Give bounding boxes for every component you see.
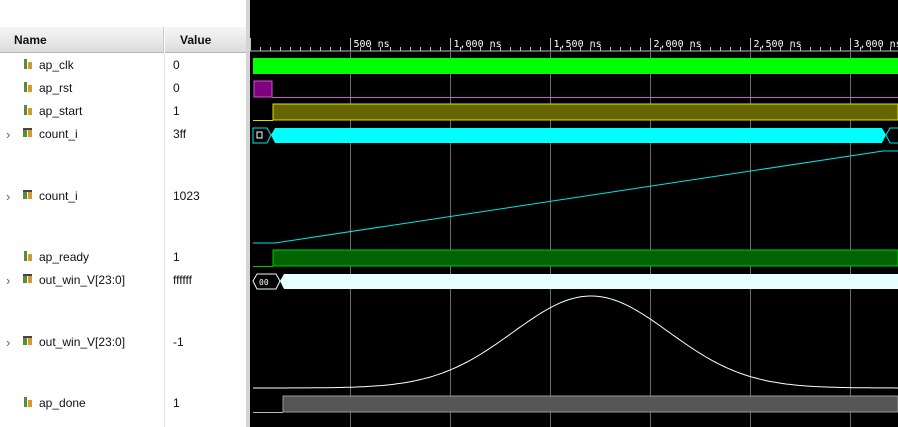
signal-name: out_win_V[23:0]: [39, 273, 126, 287]
ruler-tick-label: 500 ns: [354, 39, 390, 50]
count-bus-segment: [271, 128, 886, 143]
chevron-right-icon[interactable]: ›: [6, 189, 10, 204]
chevron-right-icon[interactable]: ›: [6, 335, 10, 350]
signal-bit-icon: [24, 82, 32, 92]
signal-value: 1023: [173, 189, 200, 203]
signal-list-panel: Name Value ap_clk 0 ap_rst 0 ap_start 1 › count…: [0, 0, 246, 427]
ruler-tick-label: 2,000 ns: [654, 39, 702, 50]
signal-name: ap_ready: [39, 250, 90, 264]
count-bus-label-0: [256, 131, 263, 139]
signal-row-2[interactable]: ap_start 1: [0, 104, 246, 120]
ap-done-high: [282, 395, 898, 413]
name-column-header[interactable]: Name: [0, 27, 164, 53]
signal-row-3[interactable]: › count_i 3ff: [0, 127, 246, 143]
waveform-area[interactable]: 500 ns 1,000 ns 1,500 ns 2,000 ns 2,500 ns 3,…: [250, 0, 898, 427]
out-win-bus-label: 00: [259, 278, 269, 287]
signal-value: 1: [173, 250, 180, 264]
signal-name: ap_done: [39, 396, 86, 410]
count-bus-segment: [885, 127, 898, 144]
signal-row-6[interactable]: › out_win_V[23:0] ffffff: [0, 273, 246, 289]
signal-row-4[interactable]: › count_i 1023: [0, 189, 246, 205]
signal-value: ffffff: [173, 273, 192, 287]
signal-value: -1: [173, 335, 184, 349]
signal-row-8[interactable]: ap_done 1: [0, 396, 246, 412]
chevron-right-icon[interactable]: ›: [6, 273, 10, 288]
ruler-tick-label: 1,000 ns: [454, 39, 502, 50]
signal-value: 0: [173, 81, 180, 95]
ruler-tick-label: 3,000 ns: [854, 39, 898, 50]
signal-name: count_i: [39, 189, 78, 203]
ruler-tick-label: 1,500 ns: [554, 39, 602, 50]
signal-bit-icon: [24, 251, 32, 261]
signal-bit-icon: [24, 59, 32, 69]
signal-bus-icon: [23, 128, 32, 137]
signal-row-7[interactable]: › out_win_V[23:0] -1: [0, 335, 246, 351]
signal-name: ap_start: [39, 104, 83, 118]
signal-value: 1: [173, 104, 180, 118]
ap-rst-high: [253, 80, 273, 98]
chevron-right-icon[interactable]: ›: [6, 127, 10, 142]
signal-bus-icon: [23, 336, 32, 345]
signal-value: 3ff: [173, 127, 187, 141]
value-column-header[interactable]: Value: [165, 27, 246, 53]
signal-bus-icon: [23, 190, 32, 199]
signal-name: ap_rst: [39, 81, 73, 95]
signal-name: out_win_V[23:0]: [39, 335, 126, 349]
signal-name: count_i: [39, 127, 78, 141]
signal-value: 1: [173, 396, 180, 410]
ap-clk-wave: [253, 58, 898, 74]
ap-ready-high: [272, 249, 898, 267]
signal-name: ap_clk: [39, 58, 74, 72]
signal-row-0[interactable]: ap_clk 0: [0, 58, 246, 74]
ruler-tick-label: 2,500 ns: [754, 39, 802, 50]
signal-bit-icon: [24, 397, 32, 407]
signal-row-5[interactable]: ap_ready 1: [0, 250, 246, 266]
signal-value: 0: [173, 58, 180, 72]
signal-row-1[interactable]: ap_rst 0: [0, 81, 246, 97]
signal-bus-icon: [23, 274, 32, 283]
signal-bit-icon: [24, 105, 32, 115]
out-win-analog-wave: [253, 295, 898, 389]
out-win-bus-segment: [280, 274, 898, 289]
count-analog-wave: [253, 150, 898, 244]
waveform-viewer: Name Value ap_clk 0 ap_rst 0 ap_start 1 › count…: [0, 0, 898, 427]
ap-start-high: [272, 103, 898, 121]
